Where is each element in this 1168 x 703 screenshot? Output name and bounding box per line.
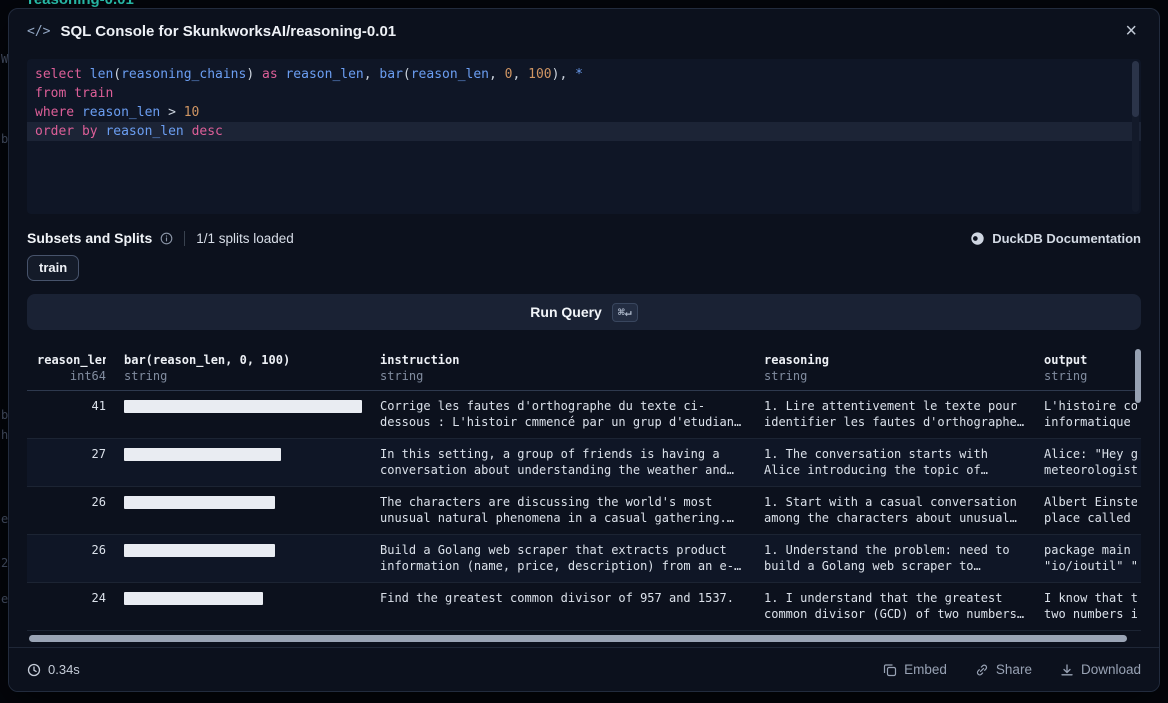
download-icon [1060, 663, 1074, 677]
cell-output[interactable]: L'histoire coinformatique [1034, 391, 1141, 439]
cell-reason-len: 26 [27, 487, 114, 535]
column-header-reason_len: reason_lenint64 [27, 343, 114, 391]
backdrop-fragment: W [1, 52, 8, 66]
table-vertical-scrollbar[interactable] [1135, 349, 1141, 403]
results-body: 41 Corrige les fautes d'orthographe du te… [27, 391, 1141, 631]
duckdb-docs-link[interactable]: DuckDB Documentation [970, 231, 1141, 246]
cell-reasoning[interactable]: 1. Lire attentivement le texte pourident… [754, 391, 1034, 439]
cell-reasoning[interactable]: 1. Start with a casual conversationamong… [754, 487, 1034, 535]
value-bar [124, 592, 263, 605]
code-line: from train [27, 84, 1141, 103]
value-bar [124, 496, 275, 509]
clock-icon [27, 663, 41, 677]
column-header-bar-reason_len-0-100: bar(reason_len, 0, 100)string [114, 343, 370, 391]
query-duration: 0.34s [27, 662, 80, 677]
cell-reason-len: 26 [27, 535, 114, 583]
embed-icon [883, 663, 897, 677]
splits-loaded-text: 1/1 splits loaded [196, 231, 294, 246]
share-icon [975, 663, 989, 677]
table-row: 41 Corrige les fautes d'orthographe du te… [27, 391, 1141, 439]
table-row: 27 In this setting, a group of friends is… [27, 439, 1141, 487]
cell-output[interactable]: package main "io/ioutil" " [1034, 535, 1141, 583]
backdrop-left-fragments: Wbbhe2e [0, 0, 8, 703]
backdrop-fragment: b [1, 408, 8, 422]
editor-scrollbar[interactable] [1132, 61, 1139, 212]
cell-reason-len: 24 [27, 583, 114, 631]
cell-instruction[interactable]: In this setting, a group of friends is h… [370, 439, 754, 487]
code-line: order by reason_len desc [27, 122, 1141, 141]
cell-bar [114, 487, 370, 535]
code-line: select len(reasoning_chains) as reason_l… [27, 65, 1141, 84]
download-label: Download [1081, 662, 1141, 677]
run-query-label: Run Query [530, 304, 602, 320]
code-line: where reason_len > 10 [27, 103, 1141, 122]
share-button[interactable]: Share [975, 662, 1032, 677]
editor-scrollbar-thumb[interactable] [1132, 61, 1139, 117]
column-header-reasoning: reasoningstring [754, 343, 1034, 391]
sql-console-modal: </> SQL Console for SkunkworksAI/reasoni… [8, 8, 1160, 692]
cell-output[interactable]: Alice: "Hey gmeteorologist [1034, 439, 1141, 487]
subsets-row: Subsets and Splits 1/1 splits loaded Duc… [27, 230, 1141, 246]
cell-bar [114, 535, 370, 583]
modal-header: </> SQL Console for SkunkworksAI/reasoni… [9, 9, 1159, 53]
cell-reasoning[interactable]: 1. The conversation starts withAlice int… [754, 439, 1034, 487]
close-icon: × [1125, 20, 1137, 42]
modal-footer: 0.34s Embed Share Download [9, 647, 1159, 691]
cell-instruction[interactable]: The characters are discussing the world'… [370, 487, 754, 535]
sql-editor[interactable]: select len(reasoning_chains) as reason_l… [27, 59, 1141, 214]
results-table: reason_lenint64bar(reason_len, 0, 100)st… [27, 343, 1141, 631]
cell-instruction[interactable]: Build a Golang web scraper that extracts… [370, 535, 754, 583]
backdrop-fragment: e [1, 592, 8, 606]
embed-label: Embed [904, 662, 947, 677]
code-icon: </> [27, 24, 50, 39]
value-bar [124, 544, 275, 557]
column-header-output: outputstring [1034, 343, 1141, 391]
table-row: 24 Find the greatest common divisor of 95… [27, 583, 1141, 631]
duckdb-docs-label: DuckDB Documentation [992, 231, 1141, 246]
separator [184, 231, 185, 246]
download-button[interactable]: Download [1060, 662, 1141, 677]
keyboard-shortcut-badge: ⌘↵ [612, 303, 638, 322]
table-row: 26 The characters are discussing the worl… [27, 487, 1141, 535]
column-header-instruction: instructionstring [370, 343, 754, 391]
cell-instruction[interactable]: Find the greatest common divisor of 957 … [370, 583, 754, 631]
split-chip-train[interactable]: train [27, 255, 79, 281]
cell-output[interactable]: Albert Einsteplace called [1034, 487, 1141, 535]
backdrop-fragment: h [1, 428, 8, 442]
backdrop-fragment: b [1, 132, 8, 146]
share-label: Share [996, 662, 1032, 677]
cell-instruction[interactable]: Corrige les fautes d'orthographe du text… [370, 391, 754, 439]
backdrop-fragment: 2 [1, 556, 8, 570]
cell-bar [114, 439, 370, 487]
cell-reasoning[interactable]: 1. I understand that the greatestcommon … [754, 583, 1034, 631]
value-bar [124, 400, 362, 413]
info-icon[interactable] [160, 232, 173, 245]
cell-reasoning[interactable]: 1. Understand the problem: need tobuild … [754, 535, 1034, 583]
results-header-row: reason_lenint64bar(reason_len, 0, 100)st… [27, 343, 1141, 391]
run-query-button[interactable]: Run Query ⌘↵ [27, 294, 1141, 330]
footer-actions: Embed Share Download [883, 662, 1141, 677]
cell-reason-len: 41 [27, 391, 114, 439]
results-table-area: reason_lenint64bar(reason_len, 0, 100)st… [27, 343, 1141, 643]
cell-bar [114, 583, 370, 631]
code-lines: select len(reasoning_chains) as reason_l… [27, 65, 1141, 141]
query-duration-text: 0.34s [48, 662, 80, 677]
backdrop-fragment: e [1, 512, 8, 526]
duckdb-icon [970, 231, 985, 246]
backdrop-title-fragment: reasoning-0.01 [28, 0, 134, 8]
cell-output[interactable]: I know that ttwo numbers i… [1034, 583, 1141, 631]
embed-button[interactable]: Embed [883, 662, 947, 677]
modal-title: SQL Console for SkunkworksAI/reasoning-0… [60, 23, 396, 40]
cell-reason-len: 27 [27, 439, 114, 487]
splits-list: train [27, 255, 1141, 281]
cell-bar [114, 391, 370, 439]
subsets-splits-label: Subsets and Splits [27, 230, 152, 246]
table-row: 26 Build a Golang web scraper that extrac… [27, 535, 1141, 583]
close-button[interactable]: × [1121, 19, 1141, 43]
value-bar [124, 448, 281, 461]
table-horizontal-scrollbar[interactable] [29, 635, 1127, 642]
